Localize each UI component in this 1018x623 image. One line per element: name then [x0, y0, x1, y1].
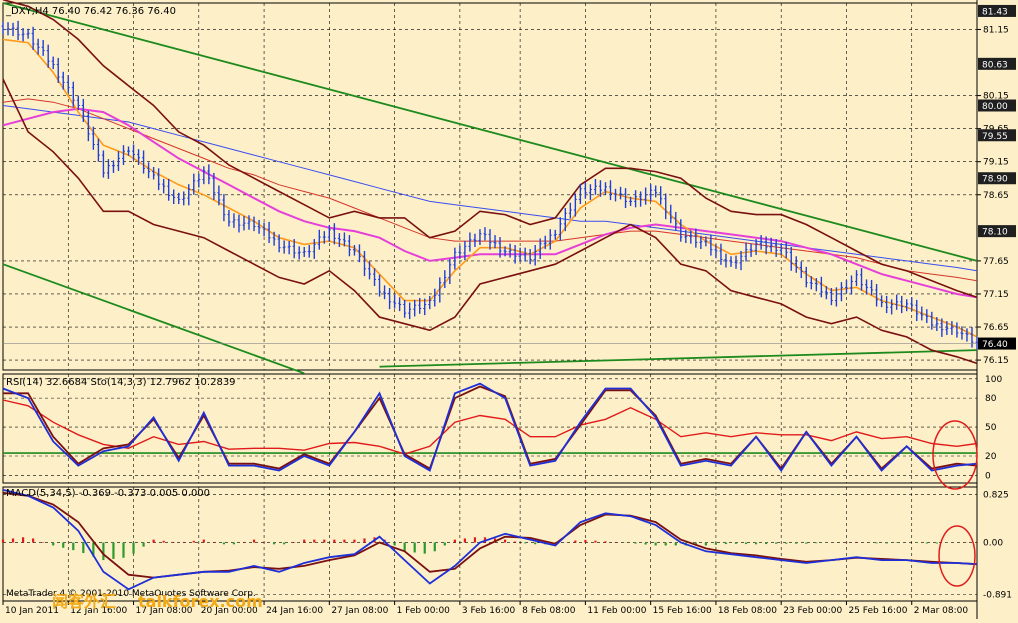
price-tick-label: 76.15	[983, 356, 1009, 366]
trend-line-2	[2, 263, 305, 375]
price-tick-label: 79.15	[983, 158, 1009, 168]
price-badge-label: 81.43	[982, 7, 1008, 17]
x-tick-label: 8 Feb 08:00	[522, 606, 576, 616]
price-tick-label: 78.65	[983, 191, 1009, 201]
price-badge-label: 78.90	[982, 175, 1008, 185]
price-tick-label: 81.15	[983, 25, 1009, 35]
macd-signal-line	[2, 491, 978, 579]
bollinger-lower	[2, 78, 978, 365]
price-tick-label: 76.65	[983, 323, 1009, 333]
price-badge-label: 80.63	[982, 60, 1008, 70]
price-badge-label: 80.00	[982, 102, 1008, 112]
osc-tick-label: 50	[985, 423, 997, 433]
price-tick-label: 77.65	[983, 257, 1009, 267]
x-tick-label: 25 Feb 16:00	[848, 606, 907, 616]
macd-panel[interactable]	[1, 489, 979, 591]
x-tick-label: 2 Mar 08:00	[914, 606, 969, 616]
annotation-circle-oscillator	[932, 420, 978, 490]
frame-price	[2, 2, 978, 371]
trend-line-3	[379, 349, 978, 368]
price-panel-title: _DXY,H4 76.40 76.42 76.36 76.40	[5, 6, 176, 17]
macd-tick-label: -0.891	[983, 591, 1012, 601]
x-tick-label: 18 Feb 08:00	[718, 606, 777, 616]
price-panel[interactable]	[1, 0, 979, 375]
x-tick-label: 15 Feb 16:00	[653, 606, 712, 616]
price-tick-label: 77.15	[983, 290, 1009, 300]
osc-tick-label: 0	[985, 471, 991, 481]
price-grid	[3, 3, 977, 370]
macd-line	[2, 489, 978, 591]
x-tick-label: 11 Feb 00:00	[587, 606, 646, 616]
x-tick-label: 27 Jan 08:00	[331, 606, 388, 616]
x-tick-label: 3 Feb 16:00	[462, 606, 516, 616]
x-tick-label: 1 Feb 00:00	[397, 606, 451, 616]
axis-labels: 10 Jan 2011 12 Jan 16:00 17 Jan 08:00 20 Ja…	[2, 4, 1016, 616]
price-badge-label: 78.10	[982, 228, 1008, 238]
chart-canvas[interactable]: 10 Jan 2011 12 Jan 16:00 17 Jan 08:00 20 Ja…	[0, 0, 1018, 619]
osc-tick-label: 80	[985, 394, 997, 404]
panel-frames	[2, 0, 978, 619]
annotation-circle-macd	[938, 525, 976, 587]
chart-window: 10 Jan 2011 12 Jan 16:00 17 Jan 08:00 20 Ja…	[0, 0, 1018, 619]
macd-tick-label: 0.00	[983, 539, 1003, 549]
bollinger-upper	[2, 0, 978, 299]
watermark-cn: 闻客外汇	[52, 592, 116, 611]
watermark-site: talkforex.com	[138, 592, 263, 611]
x-tick-label: 10 Jan 2011	[5, 606, 59, 616]
x-tick-label: 23 Feb 00:00	[783, 606, 842, 616]
x-tick-label: 24 Jan 16:00	[266, 606, 323, 616]
osc-tick-label: 20	[985, 452, 997, 462]
macd-panel-title: MACD(5,34,5) -0.369 -0.373 0.005 0.000	[6, 488, 210, 499]
price-badge-label: 79.55	[982, 132, 1008, 142]
macd-tick-label: 0.825	[983, 490, 1009, 500]
price-badge-label: 76.40	[982, 340, 1008, 350]
oscillator-panel-title: RSI(14) 32.6684 Sto(14,3,3) 12.7962 10.2…	[6, 377, 236, 388]
osc-tick-label: 100	[985, 375, 1002, 385]
